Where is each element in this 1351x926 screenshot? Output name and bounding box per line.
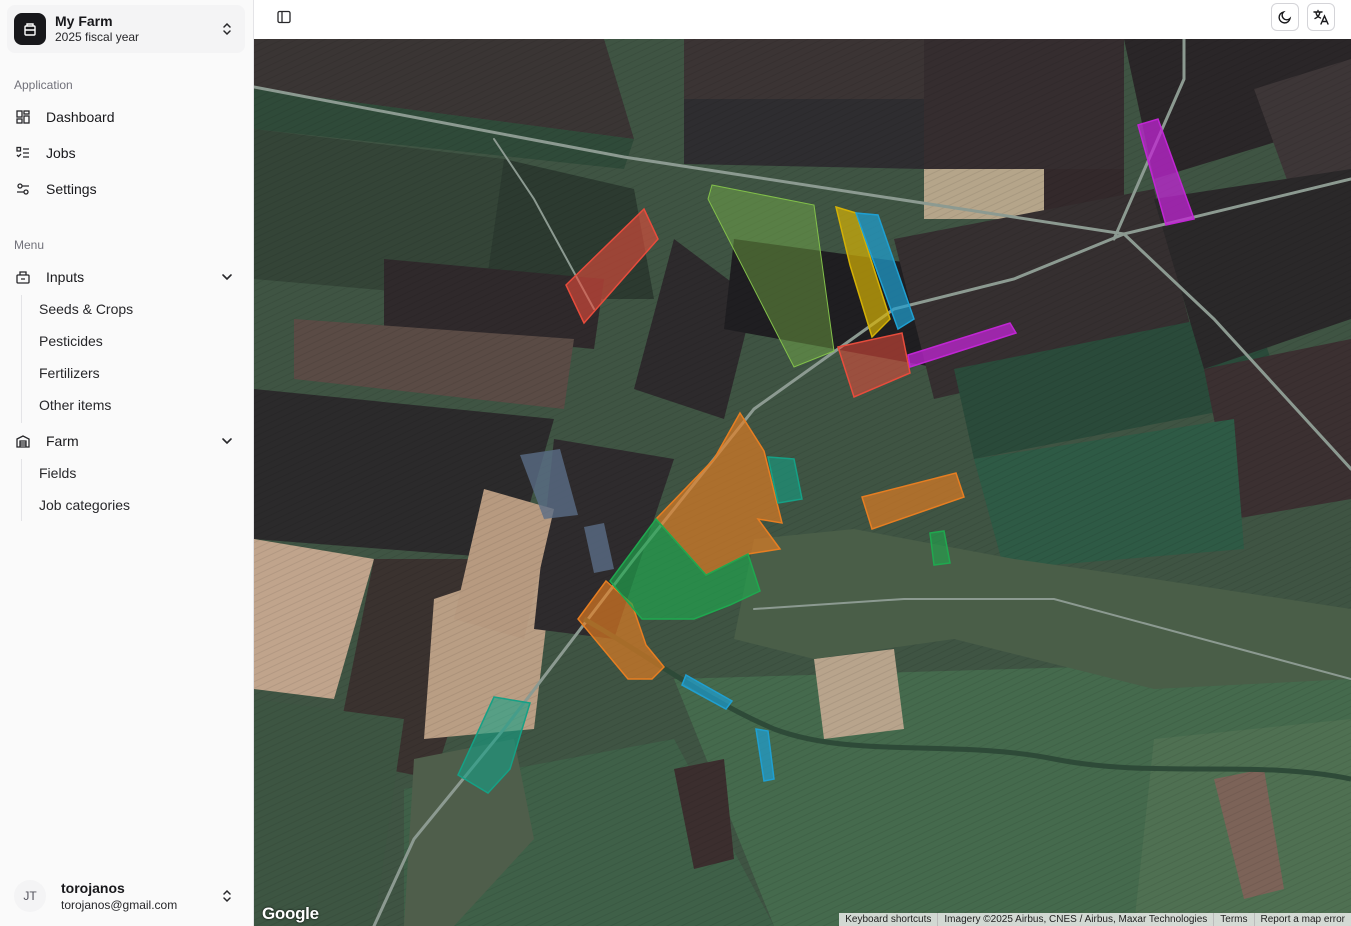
menu-group-label: Menu xyxy=(14,238,45,252)
nav-farm[interactable]: Farm xyxy=(7,425,245,457)
nav-dashboard[interactable]: Dashboard xyxy=(7,101,245,133)
map-imagery[interactable] xyxy=(254,39,1351,926)
nav-job-categories[interactable]: Job categories xyxy=(31,491,241,519)
satellite-map[interactable]: Google Keyboard shortcuts Imagery ©2025 … xyxy=(254,39,1351,926)
warehouse-icon xyxy=(15,433,31,449)
moon-icon xyxy=(1278,10,1292,24)
farm-switcher[interactable]: My Farm 2025 fiscal year xyxy=(7,5,245,53)
farm-name: My Farm xyxy=(55,13,113,29)
inputs-submenu-line xyxy=(21,295,22,423)
map-attribution-bar: Keyboard shortcuts Imagery ©2025 Airbus,… xyxy=(839,913,1351,926)
sidebar-toggle-icon xyxy=(277,10,291,24)
google-logo: Google xyxy=(262,904,319,923)
report-map-error-link[interactable]: Report a map error xyxy=(1253,913,1351,926)
nav-pesticides[interactable]: Pesticides xyxy=(31,327,241,355)
keyboard-shortcuts-link[interactable]: Keyboard shortcuts xyxy=(839,913,937,926)
list-checks-icon xyxy=(15,145,31,161)
chevrons-up-down-icon xyxy=(223,889,231,903)
nav-inputs[interactable]: Inputs xyxy=(7,261,245,293)
nav-inputs-label: Inputs xyxy=(46,269,85,285)
farm-subtitle: 2025 fiscal year xyxy=(55,30,140,44)
nav-jobs-label: Jobs xyxy=(46,145,76,161)
terms-link[interactable]: Terms xyxy=(1213,913,1253,926)
chevron-down-icon xyxy=(222,274,232,281)
imagery-credit: Imagery ©2025 Airbus, CNES / Airbus, Max… xyxy=(937,913,1213,926)
nav-other-items[interactable]: Other items xyxy=(31,391,241,419)
farm-submenu-line xyxy=(21,459,22,521)
nav-settings-label: Settings xyxy=(46,181,97,197)
sidebar: My Farm 2025 fiscal year Application Das… xyxy=(0,0,254,926)
translate-icon xyxy=(1313,9,1329,25)
nav-farm-label: Farm xyxy=(46,433,79,449)
sliders-icon xyxy=(15,181,31,197)
top-bar xyxy=(254,0,1351,39)
farm-logo-icon xyxy=(14,13,46,45)
sidebar-toggle-button[interactable] xyxy=(270,3,298,31)
nav-fields[interactable]: Fields xyxy=(31,459,241,487)
nav-fertilizers[interactable]: Fertilizers xyxy=(31,359,241,387)
chevron-down-icon xyxy=(222,438,232,445)
user-menu[interactable]: JT torojanos torojanos@gmail.com xyxy=(7,872,245,920)
user-email: torojanos@gmail.com xyxy=(61,897,178,912)
user-name: torojanos xyxy=(61,879,125,896)
application-group-label: Application xyxy=(14,78,73,92)
nav-settings[interactable]: Settings xyxy=(7,173,245,205)
chevrons-up-down-icon xyxy=(223,22,231,36)
nav-dashboard-label: Dashboard xyxy=(46,109,115,125)
language-button[interactable] xyxy=(1307,3,1335,31)
nav-jobs[interactable]: Jobs xyxy=(7,137,245,169)
theme-toggle-button[interactable] xyxy=(1271,3,1299,31)
dashboard-icon xyxy=(15,109,31,125)
nav-seeds-crops[interactable]: Seeds & Crops xyxy=(31,295,241,323)
package-icon xyxy=(15,269,31,285)
avatar: JT xyxy=(14,880,46,912)
